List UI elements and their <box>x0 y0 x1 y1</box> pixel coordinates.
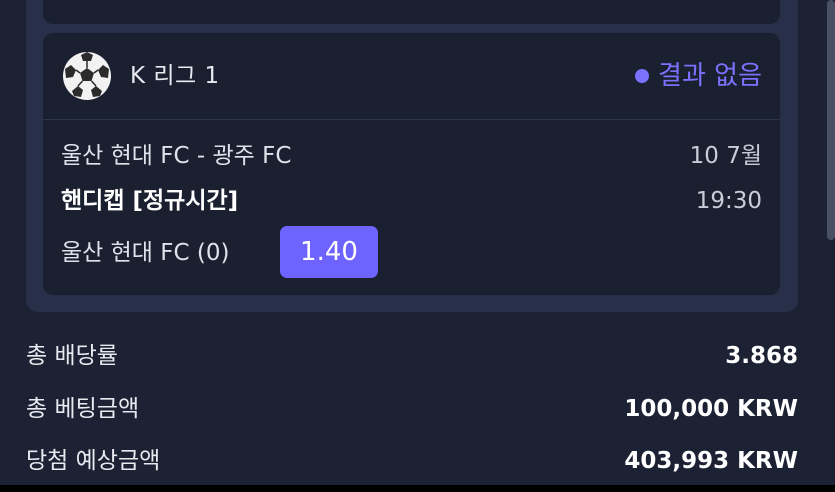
result-status-label: 결과 없음 <box>658 61 762 91</box>
status-dot-icon <box>635 69 650 83</box>
match-name: 울산 현대 FC - 광주 FC <box>61 143 292 169</box>
previous-bet-card <box>43 0 780 24</box>
selection-name: 울산 현대 FC (0) <box>61 240 230 266</box>
odds-button[interactable]: 1.40 <box>280 226 378 278</box>
league-name: K 리그 1 <box>130 63 220 89</box>
bet-card: K 리그 1 결과 없음 울산 현대 FC - 광주 FC 10 7월 핸디캡 … <box>43 33 780 295</box>
total-stake-label: 총 베팅금액 <box>26 396 140 422</box>
market-name: 핸디캡 [정규시간] <box>61 188 239 214</box>
soccer-ball-icon <box>63 52 111 100</box>
match-time: 19:30 <box>695 188 762 214</box>
match-date: 10 7월 <box>689 143 762 169</box>
scrollbar[interactable] <box>827 0 835 240</box>
total-odds-row: 총 배당률 3.868 <box>26 339 798 373</box>
total-stake-row: 총 베팅금액 100,000 KRW <box>26 392 798 426</box>
bet-card-header: K 리그 1 결과 없음 <box>43 33 780 120</box>
potential-win-value: 403,993 KRW <box>624 448 798 474</box>
result-status: 결과 없음 <box>635 59 762 93</box>
total-odds-label: 총 배당률 <box>26 343 118 369</box>
potential-win-label: 당첨 예상금액 <box>26 448 161 474</box>
potential-win-row: 당첨 예상금액 403,993 KRW <box>26 444 798 478</box>
total-odds-value: 3.868 <box>725 343 798 369</box>
bottom-edge <box>0 485 835 492</box>
total-stake-value: 100,000 KRW <box>624 396 798 422</box>
